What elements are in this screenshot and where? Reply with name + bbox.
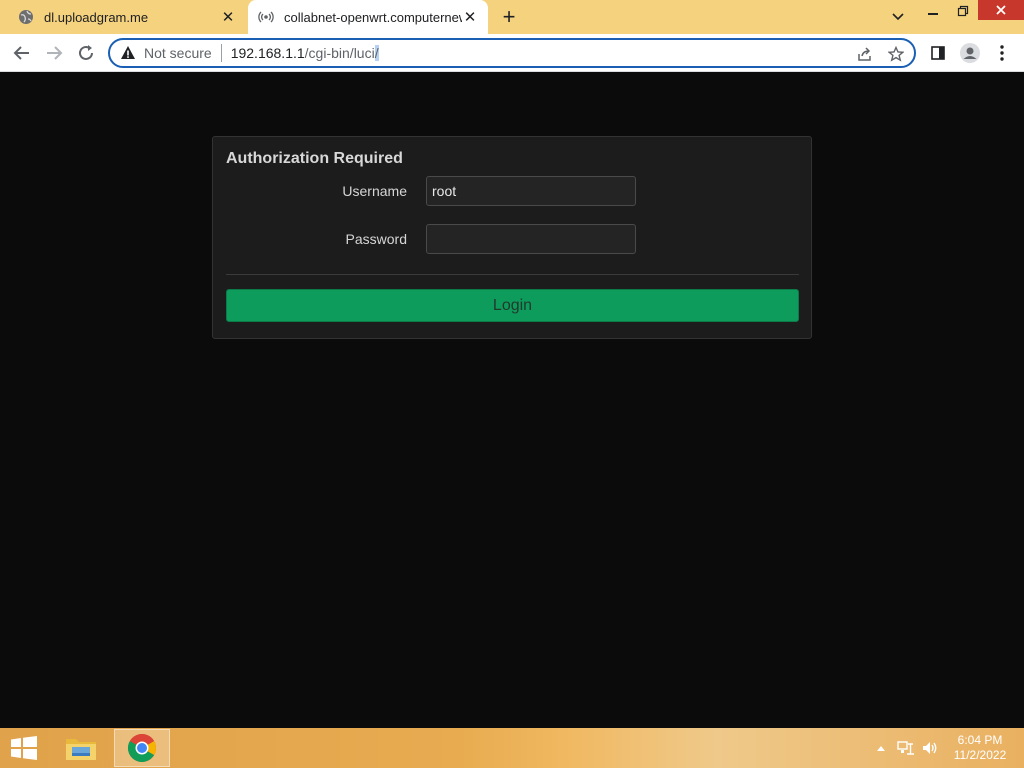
reload-icon[interactable] <box>75 42 97 64</box>
tab-uploadgram[interactable]: dl.uploadgram.me ✕ <box>8 0 246 34</box>
bookmark-star-icon[interactable] <box>887 45 905 63</box>
file-explorer-icon[interactable] <box>53 729 109 767</box>
window-close-icon[interactable] <box>978 0 1024 20</box>
side-panel-icon[interactable] <box>927 42 949 64</box>
system-clock[interactable]: 6:04 PM 11/2/2022 <box>946 733 1014 763</box>
warning-triangle-icon[interactable] <box>120 45 136 61</box>
username-label: Username <box>342 183 407 199</box>
new-tab-icon[interactable]: + <box>498 4 520 29</box>
address-bar[interactable]: Not secure 192.168.1.1/cgi-bin/luci/ <box>108 38 916 68</box>
share-icon[interactable] <box>856 45 874 63</box>
page-title: Authorization Required <box>226 150 403 167</box>
chrome-icon[interactable] <box>114 729 170 767</box>
restore-icon[interactable] <box>946 0 980 22</box>
wireless-broadcast-icon <box>258 9 274 25</box>
login-button[interactable]: Login <box>226 289 799 322</box>
username-field[interactable] <box>426 176 636 206</box>
profile-avatar-icon[interactable] <box>959 42 981 64</box>
card-divider <box>226 274 799 275</box>
url-path: /cgi-bin/luci <box>304 45 375 61</box>
minimize-icon[interactable] <box>916 0 950 22</box>
close-tab-icon[interactable]: ✕ <box>462 9 478 26</box>
back-arrow-icon[interactable] <box>11 42 33 64</box>
address-separator <box>220 44 222 62</box>
clock-time: 6:04 PM <box>957 733 1003 747</box>
globe-icon <box>18 9 34 25</box>
login-card: Authorization Required Username Password… <box>212 136 812 339</box>
password-label: Password <box>345 231 407 247</box>
password-field[interactable] <box>426 224 636 254</box>
page-viewport: Authorization Required Username Password… <box>0 72 1024 728</box>
tab-openwrt[interactable]: collabnet-openwrt.computernew ✕ <box>248 0 488 34</box>
browser-toolbar: Not secure 192.168.1.1/cgi-bin/luci/ <box>0 34 1024 72</box>
tab-strip: dl.uploadgram.me ✕ collabnet-openwrt.com… <box>0 0 1024 34</box>
volume-icon[interactable] <box>920 738 940 758</box>
tab-title: collabnet-openwrt.computernew <box>284 9 462 25</box>
chevron-down-icon[interactable] <box>888 9 908 25</box>
windows-taskbar: 6:04 PM 11/2/2022 <box>0 728 1024 768</box>
show-hidden-icons-icon[interactable] <box>874 738 888 758</box>
more-menu-icon[interactable] <box>991 42 1013 64</box>
close-tab-icon[interactable]: ✕ <box>220 9 236 26</box>
tab-title: dl.uploadgram.me <box>44 9 149 25</box>
clock-date: 11/2/2022 <box>953 748 1007 762</box>
url-host: 192.168.1.1 <box>230 45 305 61</box>
security-status-label[interactable]: Not secure <box>144 45 212 61</box>
url-selected-text: / <box>374 45 379 61</box>
windows-start-icon[interactable] <box>10 736 38 760</box>
network-icon[interactable] <box>896 738 916 758</box>
url-text[interactable]: 192.168.1.1/cgi-bin/luci/ <box>231 45 379 61</box>
forward-arrow-icon[interactable] <box>43 42 65 64</box>
